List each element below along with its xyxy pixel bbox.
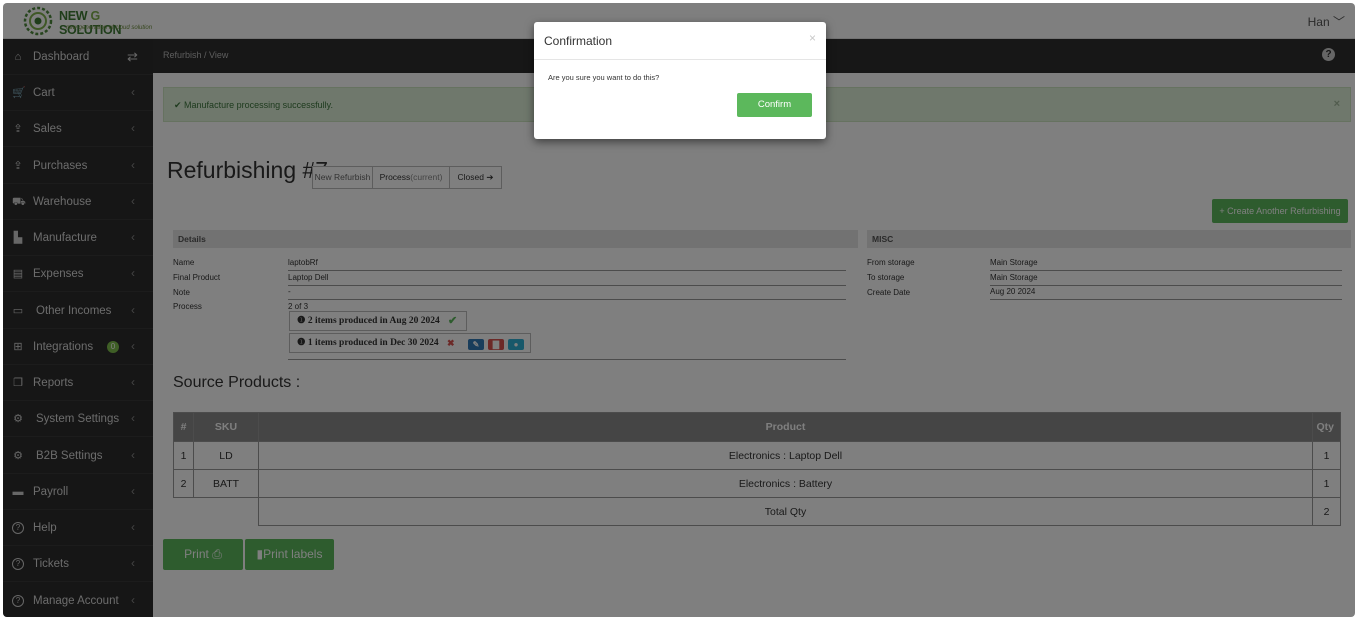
app-window: NEW G SOLUTION new generation of cloud s…	[3, 3, 1355, 617]
modal-header: Confirmation ×	[534, 22, 826, 60]
modal-message: Are you sure you want to do this?	[548, 73, 660, 82]
confirm-button[interactable]: Confirm	[737, 93, 812, 117]
modal-close-button[interactable]: ×	[809, 31, 816, 45]
confirmation-modal: Confirmation × Are you sure you want to …	[534, 22, 826, 139]
modal-title: Confirmation	[544, 34, 613, 48]
